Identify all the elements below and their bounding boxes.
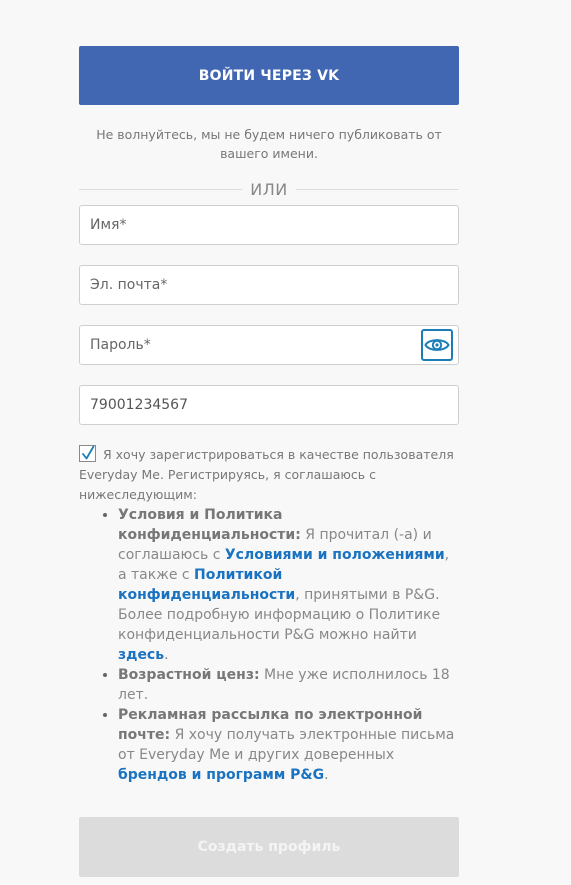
password-field [79, 325, 459, 365]
brands-link[interactable]: брендов и программ P&G [118, 767, 324, 783]
email-field [79, 265, 459, 305]
list-item: Рекламная рассылка по электронной почте:… [118, 705, 459, 785]
consent-block: Я хочу зарегистрироваться в качестве пол… [79, 445, 459, 505]
list-item: Возрастной ценз: Мне уже исполнилось 18 … [118, 665, 459, 705]
list-item: Условия и Политика конфиденциальности: Я… [118, 505, 459, 665]
here-link[interactable]: здесь [118, 647, 164, 663]
conditions-link[interactable]: Условиями и положениями [225, 547, 445, 563]
phone-field [79, 385, 459, 425]
phone-input[interactable] [80, 386, 458, 424]
terms-list: Условия и Политика конфиденциальности: Я… [79, 505, 459, 785]
consent-text: Я хочу зарегистрироваться в качестве пол… [79, 447, 454, 502]
terms-text: . [164, 647, 169, 663]
password-input[interactable] [80, 326, 458, 364]
vk-login-button[interactable]: ВОЙТИ ЧЕРЕЗ VK [79, 46, 459, 105]
checkmark-icon [82, 445, 95, 460]
or-divider: ИЛИ [79, 177, 459, 201]
registration-form: ВОЙТИ ЧЕРЕЗ VK Не волнуйтесь, мы не буде… [79, 46, 459, 785]
show-password-button[interactable] [421, 329, 453, 361]
terms-heading: Условия и Политика конфиденциальности: [118, 507, 301, 543]
age-heading: Возрастной ценз: [118, 667, 260, 683]
register-consent-checkbox[interactable] [79, 445, 96, 462]
email-input[interactable] [80, 266, 458, 304]
vk-privacy-note: Не волнуйтесь, мы не будем ничего публик… [96, 127, 442, 161]
name-field [79, 205, 459, 245]
or-divider-label: ИЛИ [242, 179, 296, 199]
eye-icon [424, 339, 450, 351]
newsletter-text: . [324, 767, 329, 783]
create-profile-button[interactable]: Создать профиль [79, 817, 459, 877]
name-input[interactable] [80, 206, 458, 244]
